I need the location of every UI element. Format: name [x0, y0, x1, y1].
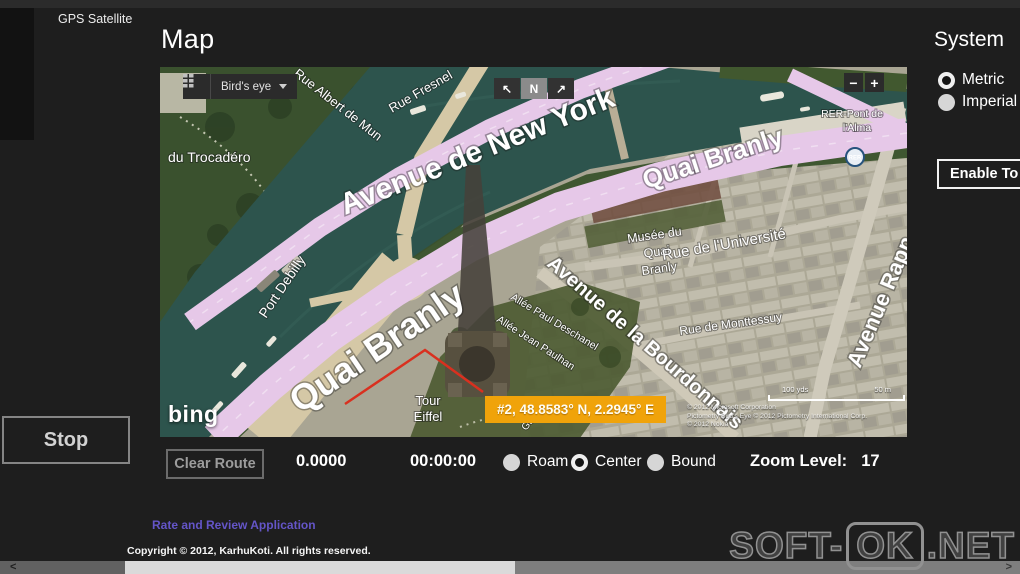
- svg-text:Eiffel: Eiffel: [414, 409, 443, 424]
- svg-text:l'Alma: l'Alma: [843, 122, 871, 134]
- bound-label: Bound: [671, 453, 716, 470]
- metric-option[interactable]: Metric: [938, 71, 1004, 89]
- bound-option[interactable]: Bound: [647, 453, 716, 471]
- bing-logo: bing: [168, 401, 219, 427]
- watermark-ok-box: OK: [846, 522, 924, 570]
- metric-label: Metric: [962, 71, 1005, 88]
- rotate-left-button[interactable]: ↖: [494, 78, 520, 99]
- scale-secondary: 50 m: [874, 385, 891, 394]
- imperial-option[interactable]: Imperial: [938, 93, 1017, 111]
- map-view-mode-control[interactable]: Bird's eye: [183, 74, 298, 99]
- distance-readout: 0.0000: [296, 452, 347, 470]
- watermark-suffix: .NET: [926, 524, 1015, 567]
- clear-route-button[interactable]: Clear Route: [166, 449, 264, 479]
- chevron-down-icon: [279, 84, 288, 89]
- zoom-level-readout: Zoom Level: 17: [750, 452, 880, 471]
- center-label: Center: [595, 453, 642, 470]
- zoom-out-button[interactable]: −: [844, 73, 863, 92]
- view-mode-label: Bird's eye: [221, 80, 272, 93]
- zoom-in-button[interactable]: +: [865, 73, 884, 92]
- roam-radio[interactable]: [503, 453, 520, 471]
- imperial-label: Imperial: [962, 93, 1018, 110]
- rotate-right-button[interactable]: ↗: [548, 78, 574, 99]
- view-layers-icon: [183, 74, 211, 99]
- enable-toast-button[interactable]: Enable To: [937, 159, 1020, 189]
- copyright-text: Copyright © 2012, KarhuKoti. All rights …: [127, 545, 371, 557]
- map-canvas[interactable]: du Trocadéro Rue Albert de Mun Rue Fresn…: [160, 67, 907, 437]
- svg-text:du Trocadéro: du Trocadéro: [168, 149, 251, 165]
- svg-text:Tour: Tour: [415, 393, 441, 408]
- center-radio[interactable]: [571, 453, 588, 471]
- corner-block: [0, 8, 34, 140]
- map-scalebar: 100 yds 50 m: [768, 385, 905, 401]
- time-readout: 00:00:00: [410, 452, 477, 470]
- svg-text:RER-Pont de: RER-Pont de: [821, 108, 883, 120]
- rate-review-link[interactable]: Rate and Review Application: [152, 518, 316, 532]
- top-strip: [0, 0, 1020, 8]
- rer-station-icon: RER: [845, 147, 865, 167]
- roam-label: Roam: [527, 453, 569, 470]
- scroll-left-arrow[interactable]: <: [0, 561, 125, 574]
- map-attribution: © 2012 Microsoft Corporation Pictometry …: [687, 404, 868, 428]
- imperial-radio[interactable]: [938, 93, 955, 111]
- north-button[interactable]: N: [521, 78, 547, 99]
- roam-option[interactable]: Roam: [503, 453, 568, 471]
- compass-control: ↖ N ↗: [494, 78, 574, 99]
- page-title: Map: [161, 24, 215, 54]
- metric-radio[interactable]: [938, 71, 955, 89]
- bound-radio[interactable]: [647, 453, 664, 471]
- system-panel-title: System: [934, 28, 1005, 51]
- scrollbar-thumb[interactable]: [125, 561, 515, 574]
- watermark-prefix: SOFT-: [729, 524, 844, 567]
- svg-text:RER: RER: [849, 156, 862, 162]
- soft-ok-watermark: SOFT- OK .NET: [729, 522, 1015, 570]
- coordinate-badge: #2, 48.8583° N, 2.2945° E: [485, 396, 667, 423]
- center-option[interactable]: Center: [571, 453, 642, 471]
- app-title: GPS Satellite: [58, 12, 133, 26]
- zoom-control: − +: [844, 73, 884, 92]
- zoom-level-value: 17: [861, 452, 880, 470]
- scale-primary: 100 yds: [782, 385, 809, 394]
- stop-button[interactable]: Stop: [2, 416, 130, 464]
- zoom-level-label: Zoom Level:: [750, 452, 848, 470]
- map-artwork: du Trocadéro Rue Albert de Mun Rue Fresn…: [160, 67, 907, 437]
